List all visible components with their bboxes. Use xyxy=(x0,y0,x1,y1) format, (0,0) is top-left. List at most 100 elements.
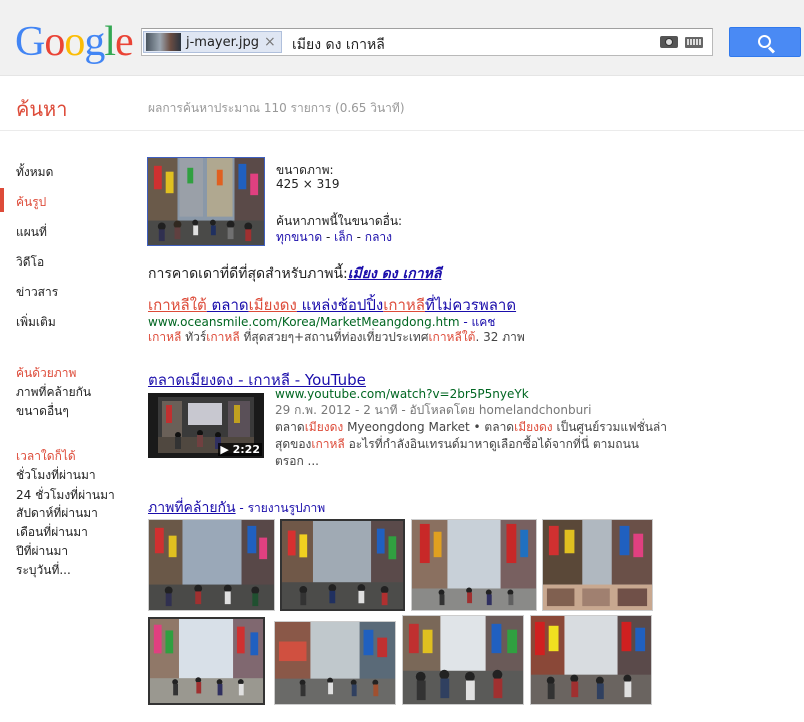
result-2-url: www.youtube.com/watch?v=2br5P5nyeYk xyxy=(275,387,529,401)
r2-l2c: อะไรที่กำลังอินเทรนด์มาหาดูเลือกซื้อได้จ… xyxy=(344,437,639,451)
sep: - xyxy=(322,230,335,244)
size-medium-link[interactable]: กลาง xyxy=(365,230,392,244)
sidebar-item-news[interactable]: ข่าวสาร xyxy=(16,283,58,302)
street-scene xyxy=(148,158,264,245)
r1-s2: ทัวร์ xyxy=(181,330,207,344)
similar-image-8[interactable] xyxy=(530,615,652,705)
similar-images-header: ภาพที่คล้ายกัน - รายงานรูปภาพ xyxy=(148,497,325,519)
r1-s1: เกาหลี xyxy=(148,330,182,344)
google-logo[interactable]: Google xyxy=(15,19,134,65)
logo-letter-g2: g xyxy=(84,19,105,65)
other-sizes-links: ทุกขนาด - เล็ก - กลาง xyxy=(276,228,392,247)
similar-scene-8 xyxy=(531,616,651,704)
result-1-snippet: เกาหลี ทัวร์เกาหลี ที่สุดสวยๆ+สถานที่ท่อ… xyxy=(148,329,525,346)
sidebar-time-custom[interactable]: ระบุวันที่... xyxy=(16,561,71,580)
sep: - xyxy=(352,230,365,244)
chip-close-icon[interactable]: × xyxy=(264,34,276,50)
search-input[interactable]: j-mayer.jpg × เมียง ดง เกาหลี xyxy=(141,28,713,56)
logo-letter-l: l xyxy=(104,19,116,65)
similar-image-2[interactable] xyxy=(280,519,405,611)
similar-image-7[interactable] xyxy=(402,615,524,705)
image-chip: j-mayer.jpg × xyxy=(143,31,282,53)
search-button[interactable] xyxy=(729,27,801,57)
logo-letter-o2: o xyxy=(64,19,85,65)
top-bar: Google j-mayer.jpg × เมียง ดง เกาหลี xyxy=(0,0,804,76)
similar-image-4[interactable] xyxy=(542,519,653,611)
best-guess: การคาดเดาที่ดีที่สุดสำหรับภาพนี้:เมียง ด… xyxy=(148,263,441,285)
active-indicator xyxy=(0,188,4,212)
page-title: ค้นหา xyxy=(16,97,68,121)
r2-l2a: สุดของ xyxy=(275,437,312,451)
similar-scene-6 xyxy=(275,622,395,704)
r2-l1d: เมียงดง xyxy=(514,420,553,434)
similar-scene-1 xyxy=(149,520,274,610)
r2-l2b: เกาหลี xyxy=(311,437,345,451)
video-thumbnail[interactable]: ▶ 2:22 xyxy=(148,393,264,458)
logo-letter-o1: o xyxy=(44,19,65,65)
camera-icon[interactable] xyxy=(660,36,678,48)
r2-l1a: ตลาด xyxy=(275,420,305,434)
sidebar-item-maps[interactable]: แผนที่ xyxy=(16,223,47,242)
image-size-value: 425 × 319 xyxy=(276,177,340,191)
r2-t1: ตลาดเมียงดง xyxy=(148,371,234,389)
similar-scene-5 xyxy=(150,619,263,703)
r1-t1: เกาหลีใต้ xyxy=(148,296,207,314)
sidebar-time-week[interactable]: สัปดาห์ที่ผ่านมา xyxy=(16,504,98,523)
similar-scene-3 xyxy=(412,520,536,610)
r2-l1b: เมียงดง xyxy=(304,420,344,434)
r1-url: www.oceansmile.com/Korea/MarketMeangdong… xyxy=(148,315,460,329)
r1-s4: ที่สุดสวยๆ+สถานที่ท่องเที่ยวประเทศ xyxy=(239,330,429,344)
r2-t2: - xyxy=(233,371,249,389)
r2-l1e: เป็นศูนย์รวมแฟชั่นล่า xyxy=(552,420,668,434)
sidebar-link-similar[interactable]: ภาพที่คล้ายกัน xyxy=(16,383,91,402)
best-guess-label: การคาดเดาที่ดีที่สุดสำหรับภาพนี้: xyxy=(148,266,348,282)
result-2-snippet-1: ตลาดเมียงดง Myeongdong Market • ตลาดเมีย… xyxy=(275,419,667,436)
result-2-meta: 29 ก.พ. 2012 - 2 นาที - อัปโหลดโดย homel… xyxy=(275,403,592,417)
sidebar-section-search-by-image: ค้นด้วยภาพ xyxy=(16,366,77,380)
sidebar-item-images[interactable]: ค้นรูป xyxy=(16,193,46,212)
logo-letter-g: G xyxy=(15,19,45,65)
similar-images-link[interactable]: ภาพที่คล้ายกัน xyxy=(148,500,236,516)
size-small-link[interactable]: เล็ก xyxy=(334,230,353,244)
result-2-snippet-3: ตรอก ... xyxy=(275,454,319,468)
r1-s5: เกาหลีใต้ xyxy=(428,330,476,344)
sidebar-section-time: เวลาใดก็ได้ xyxy=(16,449,76,463)
r1-t5: เกาหลี xyxy=(383,296,425,314)
search-query: เมียง ดง เกาหลี xyxy=(292,37,385,53)
sidebar-time-month[interactable]: เดือนที่ผ่านมา xyxy=(16,523,88,542)
report-images-link[interactable]: - รายงานรูปภาพ xyxy=(236,501,325,515)
similar-image-1[interactable] xyxy=(148,519,275,611)
chip-filename: j-mayer.jpg xyxy=(186,35,260,50)
r2-l1c: Myeongdong Market • ตลาด xyxy=(343,420,515,434)
similar-scene-4 xyxy=(543,520,652,610)
logo-letter-e: e xyxy=(115,19,134,65)
result-stats: ผลการค้นหาประมาณ 110 รายการ (0.65 วินาที… xyxy=(148,101,405,115)
sidebar-item-more[interactable]: เพิ่มเติม xyxy=(16,313,56,332)
size-all-link[interactable]: ทุกขนาด xyxy=(276,230,322,244)
best-guess-query-link[interactable]: เมียง ดง เกาหลี xyxy=(348,266,442,282)
similar-scene-2 xyxy=(282,521,403,609)
similar-image-3[interactable] xyxy=(411,519,537,611)
r1-t4: แหล่งช้อปปิ้ง xyxy=(296,296,384,314)
r1-s6: . 32 ภาพ xyxy=(475,330,525,344)
keyboard-icon[interactable] xyxy=(685,37,703,48)
search-icon-handle xyxy=(767,46,776,54)
sidebar-link-other-sizes[interactable]: ขนาดอื่นๆ xyxy=(16,402,69,421)
sidebar-time-year[interactable]: ปีที่ผ่านมา xyxy=(16,542,68,561)
sidebar-item-videos[interactable]: วิดีโอ xyxy=(16,253,44,272)
result-2-snippet-2: สุดของเกาหลี อะไรที่กำลังอินเทรนด์มาหาดู… xyxy=(275,436,639,453)
r1-t6: ที่ไม่ควรพลาด xyxy=(424,296,517,314)
r1-t2: ตลาด xyxy=(206,296,249,314)
similar-image-6[interactable] xyxy=(274,621,396,705)
sidebar-time-24h[interactable]: 24 ชั่วโมงที่ผ่านมา xyxy=(16,486,115,505)
query-image-thumbnail[interactable] xyxy=(147,157,265,246)
r1-cache-link[interactable]: - แคช xyxy=(460,315,495,329)
similar-image-5[interactable] xyxy=(148,617,265,705)
similar-scene-7 xyxy=(403,616,523,704)
sidebar-time-hour[interactable]: ชั่วโมงที่ผ่านมา xyxy=(16,466,96,485)
chip-thumbnail xyxy=(146,33,181,51)
sidebar-item-all[interactable]: ทั้งหมด xyxy=(16,163,53,182)
divider xyxy=(0,130,804,131)
video-duration: ▶ 2:22 xyxy=(218,443,262,456)
r1-t3: เมียงดง xyxy=(248,296,297,314)
